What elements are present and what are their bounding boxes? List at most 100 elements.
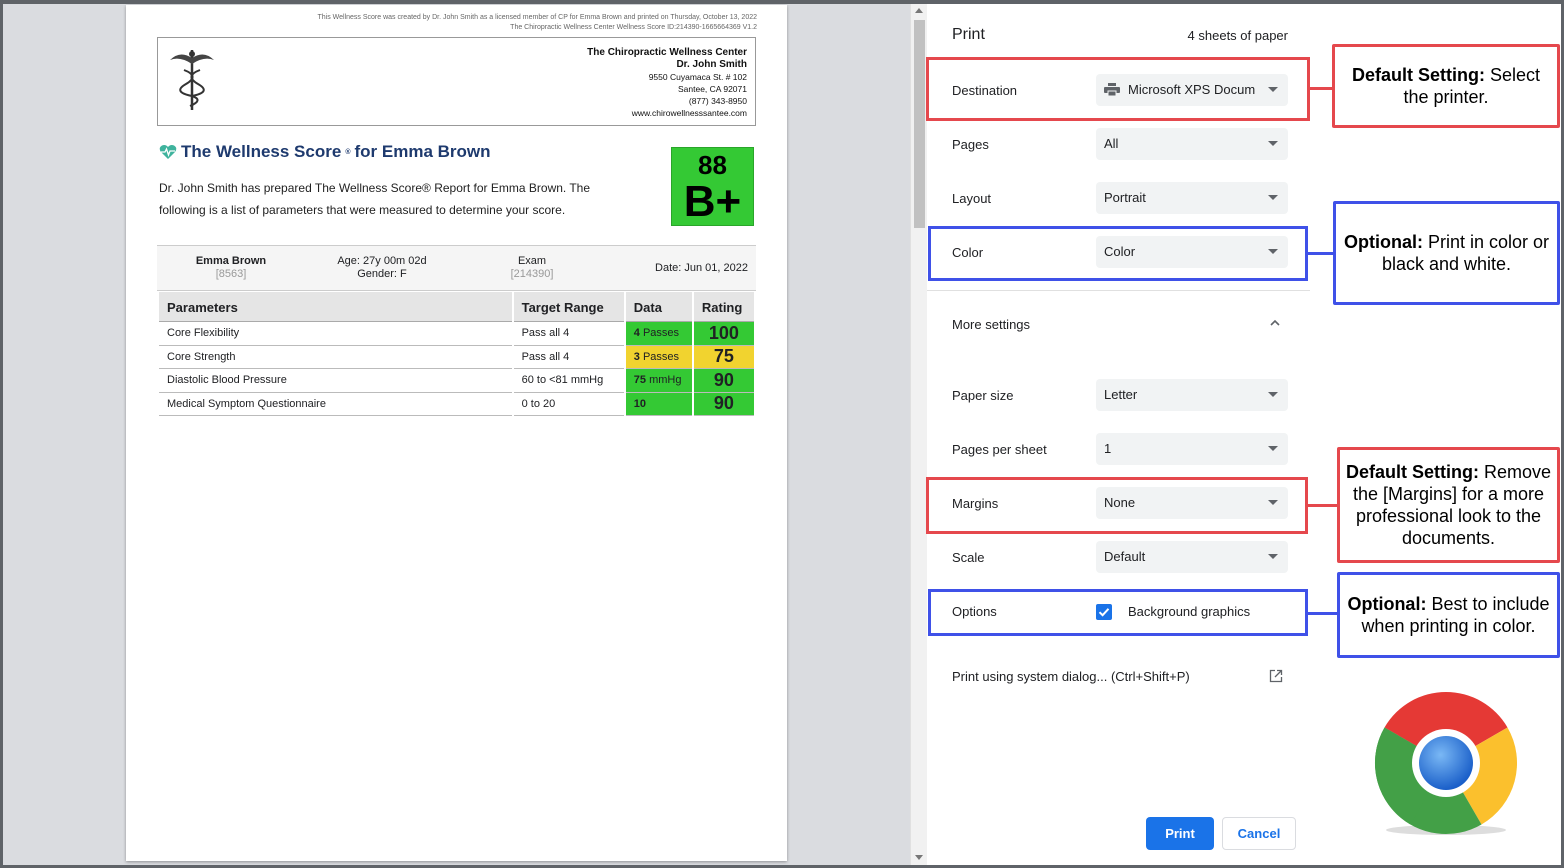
- options-callout: Optional: Best to include when printing …: [1337, 572, 1560, 658]
- pages-per-sheet-value: 1: [1104, 441, 1112, 456]
- col-header-target: Target Range: [513, 292, 624, 322]
- wellness-score-title: The Wellness Score ® for Emma Brown: [159, 142, 491, 162]
- patient-name: Emma Brown: [195, 255, 267, 267]
- options-label: Options: [952, 604, 997, 619]
- parameter-cell: Core Flexibility: [159, 322, 512, 346]
- chevron-down-icon: [1268, 392, 1278, 397]
- caduceus-logo: [170, 50, 214, 110]
- score-number: 88: [698, 150, 727, 180]
- layout-label: Layout: [952, 191, 992, 206]
- target-cell: 0 to 20: [513, 393, 624, 416]
- pages-per-sheet-select[interactable]: 1: [1096, 433, 1288, 465]
- scroll-down-icon[interactable]: [915, 855, 923, 860]
- chevron-down-icon: [1268, 249, 1278, 254]
- margins-value: None: [1104, 495, 1136, 510]
- destination-value: Microsoft XPS Docum: [1128, 82, 1256, 97]
- print-button[interactable]: Print: [1146, 817, 1214, 850]
- score-badge: 88 B+: [671, 147, 754, 226]
- preview-scrollbar[interactable]: [910, 0, 927, 868]
- paper-size-label: Paper size: [952, 388, 1014, 403]
- title-prefix: The Wellness Score: [181, 142, 342, 161]
- col-header-data: Data: [625, 292, 692, 322]
- table-row: Core Strength Pass all 4 3 Passes 75: [159, 345, 754, 369]
- color-value: Color: [1104, 244, 1136, 259]
- pages-select[interactable]: All: [1096, 128, 1288, 160]
- system-dialog-link[interactable]: Print using system dialog... (Ctrl+Shift…: [952, 669, 1190, 684]
- target-cell: 60 to <81 mmHg: [513, 369, 624, 393]
- document-id-line: The Chiropractic Wellness Center Wellnes…: [510, 24, 757, 31]
- data-cell: 3 Passes: [625, 345, 692, 369]
- sheet-count: 4 sheets of paper: [1187, 28, 1288, 43]
- rating-cell: 90: [693, 369, 754, 393]
- margins-callout: Default Setting: Remove the [Margins] fo…: [1337, 447, 1560, 563]
- destination-connector: [1310, 87, 1334, 90]
- destination-callout: Default Setting: Select the printer.: [1332, 44, 1560, 128]
- patient-info-row: Emma Brown [8563] Age: 27y 00m 02d Gende…: [157, 245, 756, 291]
- open-external-icon[interactable]: [1269, 669, 1283, 683]
- layout-value: Portrait: [1104, 190, 1146, 205]
- scroll-up-icon[interactable]: [915, 8, 923, 13]
- cancel-button[interactable]: Cancel: [1222, 817, 1296, 850]
- title-suffix: for Emma Brown: [354, 142, 491, 161]
- clinic-phone: (877) 343-8950: [688, 96, 747, 106]
- parameter-cell: Core Strength: [159, 346, 512, 369]
- destination-select[interactable]: Microsoft XPS Docum: [1096, 74, 1288, 106]
- options-connector: [1308, 612, 1338, 615]
- table-row: Medical Symptom Questionnaire 0 to 20 10…: [159, 392, 754, 416]
- clinic-info: The Chiropractic Wellness Center Dr. Joh…: [587, 47, 747, 119]
- scale-label: Scale: [952, 550, 985, 565]
- scale-select[interactable]: Default: [1096, 541, 1288, 573]
- rating-cell: 100: [693, 322, 754, 346]
- document-header-line: This Wellness Score was created by Dr. J…: [317, 14, 757, 21]
- patient-age: Age: 27y 00m 02d: [337, 255, 427, 267]
- print-settings-panel: Print 4 sheets of paper Destination Micr…: [927, 0, 1310, 868]
- clinic-address-1: 9550 Cuyamaca St. # 102: [648, 72, 747, 82]
- target-cell: Pass all 4: [513, 322, 624, 346]
- chevron-up-icon[interactable]: [1270, 318, 1280, 328]
- color-label: Color: [952, 245, 984, 260]
- table-row: Core Flexibility Pass all 4 4 Passes 100: [159, 322, 754, 346]
- chevron-down-icon: [1268, 195, 1278, 200]
- paper-size-value: Letter: [1104, 387, 1138, 402]
- pages-value: All: [1104, 136, 1119, 151]
- clinic-doctor: Dr. John Smith: [676, 59, 747, 70]
- preview-page: This Wellness Score was created by Dr. J…: [126, 5, 787, 861]
- col-header-parameters: Parameters: [159, 292, 512, 322]
- more-settings-toggle[interactable]: More settings: [952, 317, 1030, 332]
- paper-size-select[interactable]: Letter: [1096, 379, 1288, 411]
- background-graphics-checkbox[interactable]: [1096, 604, 1112, 620]
- scale-value: Default: [1104, 549, 1146, 564]
- print-preview-area: This Wellness Score was created by Dr. J…: [0, 0, 910, 868]
- chrome-logo-icon: [1374, 692, 1518, 835]
- patient-gender: Gender: F: [357, 268, 407, 280]
- color-select[interactable]: Color: [1096, 236, 1288, 268]
- parameter-cell: Diastolic Blood Pressure: [159, 369, 512, 393]
- chevron-down-icon: [1268, 446, 1278, 451]
- layout-select[interactable]: Portrait: [1096, 182, 1288, 214]
- registered-mark: ®: [345, 148, 351, 156]
- clinic-header: The Chiropractic Wellness Center Dr. Joh…: [157, 37, 756, 126]
- margins-label: Margins: [952, 496, 999, 511]
- data-cell: 4 Passes: [625, 322, 692, 346]
- section-divider: [927, 290, 1310, 291]
- parameter-cell: Medical Symptom Questionnaire: [159, 393, 512, 416]
- color-callout: Optional: Print in color or black and wh…: [1333, 201, 1560, 305]
- pages-label: Pages: [952, 137, 989, 152]
- background-graphics-label[interactable]: Background graphics: [1128, 604, 1250, 619]
- color-connector: [1308, 252, 1334, 255]
- checkmark-icon: [1098, 608, 1110, 617]
- rating-cell: 75: [693, 345, 754, 369]
- chevron-down-icon: [1268, 87, 1278, 92]
- margins-select[interactable]: None: [1096, 487, 1288, 519]
- data-cell: 75 mmHg: [625, 369, 692, 393]
- clinic-website: www.chirowellnesssantee.com: [631, 108, 747, 118]
- exam-date: Date: Jun 01, 2022: [655, 262, 748, 274]
- scroll-thumb[interactable]: [914, 20, 925, 228]
- heart-pulse-icon: [159, 145, 177, 159]
- score-grade: B+: [683, 177, 742, 226]
- pages-per-sheet-label: Pages per sheet: [952, 442, 1047, 457]
- patient-id: [8563]: [215, 268, 247, 280]
- printer-icon: [1104, 83, 1120, 97]
- exam-label: Exam: [517, 255, 547, 267]
- report-description: Dr. John Smith has prepared The Wellness…: [159, 181, 591, 217]
